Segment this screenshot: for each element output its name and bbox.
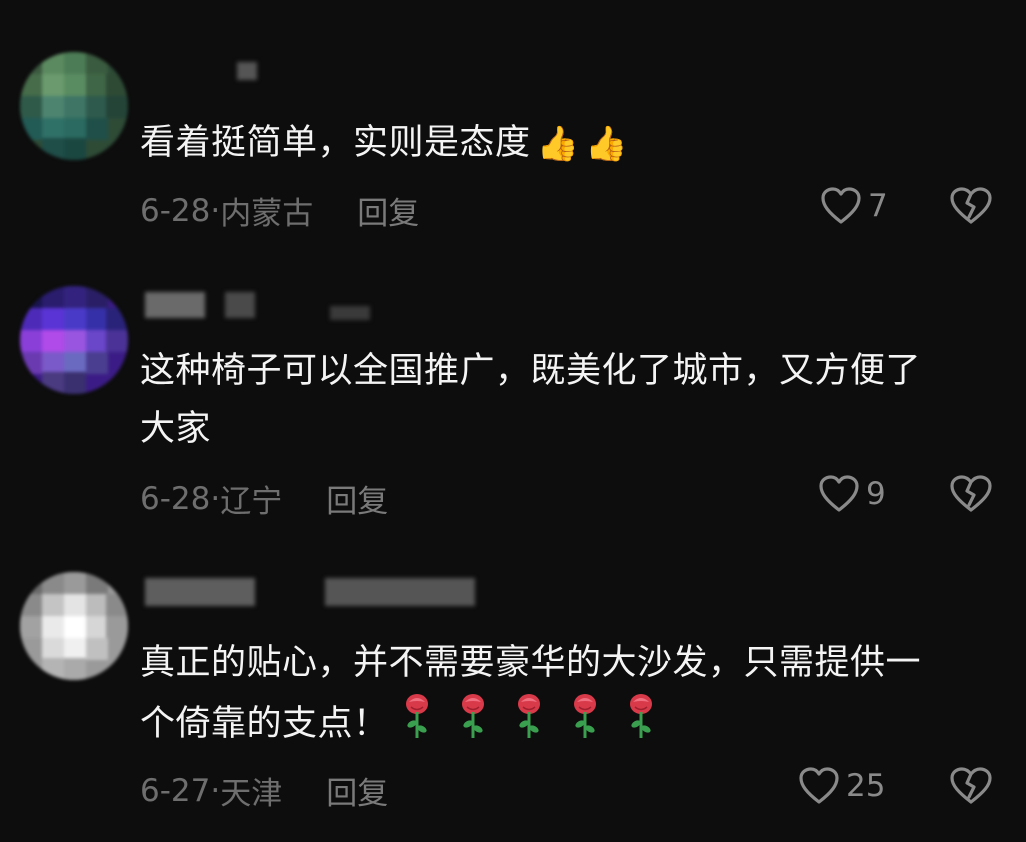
like-button[interactable]: 25 bbox=[798, 766, 885, 806]
comment-location: 内蒙古 bbox=[220, 196, 314, 232]
like-button[interactable]: 9 bbox=[818, 474, 886, 514]
reply-button[interactable]: 回复 bbox=[357, 188, 419, 233]
comment-date: 6-27 bbox=[140, 772, 211, 809]
reply-button[interactable]: 回复 bbox=[326, 476, 388, 521]
avatar[interactable] bbox=[20, 52, 128, 160]
like-count: 9 bbox=[866, 476, 886, 512]
comment-location: 天津 bbox=[220, 776, 283, 812]
like-count: 7 bbox=[868, 188, 888, 224]
rose-emoji-icon bbox=[571, 692, 599, 758]
comment-meta: 6-28 · 辽宁 回复 bbox=[140, 476, 388, 521]
meta-separator: · bbox=[210, 772, 221, 809]
rose-emoji-icon bbox=[515, 692, 543, 758]
reply-button[interactable]: 回复 bbox=[326, 768, 388, 813]
broken-heart-icon bbox=[950, 187, 992, 224]
rose-emoji-icon bbox=[459, 692, 487, 758]
comment-date: 6-28 bbox=[140, 480, 211, 517]
dislike-button[interactable] bbox=[948, 186, 994, 226]
comment-meta: 6-27 · 天津 回复 bbox=[140, 768, 388, 813]
comment-text: 真正的贴心，并不需要豪华的大沙发，只需提供一 个倚靠的支点！ bbox=[140, 634, 1000, 758]
comment-meta: 6-28 · 内蒙古 回复 bbox=[140, 188, 419, 233]
meta-separator: · bbox=[210, 480, 221, 517]
broken-heart-icon bbox=[950, 475, 992, 512]
dislike-button[interactable] bbox=[948, 766, 994, 806]
comment-body: 看着挺简单，实则是态度 bbox=[140, 123, 531, 163]
heart-outline-icon bbox=[821, 187, 861, 224]
heart-outline-icon bbox=[819, 475, 859, 512]
comment-text: 看着挺简单，实则是态度 👍 👍 bbox=[140, 114, 1000, 173]
rose-emoji-group bbox=[389, 694, 669, 744]
like-count: 25 bbox=[846, 768, 886, 804]
heart-outline-icon bbox=[799, 767, 839, 804]
dislike-button[interactable] bbox=[948, 474, 994, 514]
rose-emoji-icon bbox=[627, 692, 655, 758]
like-button[interactable]: 7 bbox=[820, 186, 888, 226]
comment-date: 6-28 bbox=[140, 192, 211, 229]
comment-location: 辽宁 bbox=[220, 484, 283, 520]
rose-emoji-icon bbox=[403, 692, 431, 758]
comment-body: 这种椅子可以全国推广，既美化了城市，又方便了 大家 bbox=[140, 351, 922, 449]
broken-heart-icon bbox=[950, 767, 992, 804]
meta-separator: · bbox=[210, 192, 221, 229]
thumbs-up-emoji-icon: 👍 bbox=[536, 124, 580, 164]
thumbs-up-emoji-icon: 👍 bbox=[585, 124, 629, 164]
avatar[interactable] bbox=[20, 572, 128, 680]
avatar[interactable] bbox=[20, 286, 128, 394]
comment-text: 这种椅子可以全国推广，既美化了城市，又方便了 大家 bbox=[140, 342, 1000, 458]
